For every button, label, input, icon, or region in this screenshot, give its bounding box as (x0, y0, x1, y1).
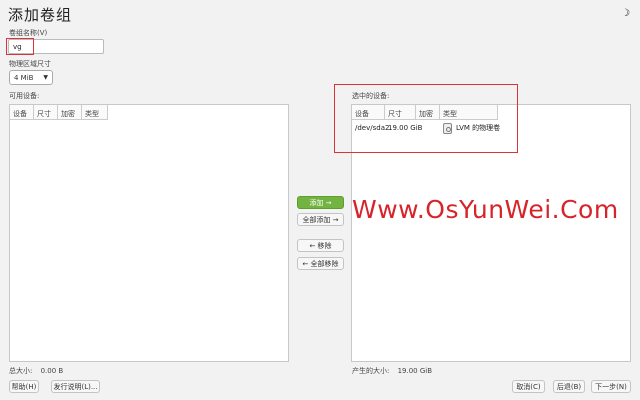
extent-size-select[interactable]: 4 MiB ▼ (9, 70, 53, 85)
watermark-text: Www.OsYunWei.Com (352, 195, 619, 224)
col-size[interactable]: 尺寸 (34, 105, 58, 119)
available-table-header: 设备 尺寸 加密 类型 (10, 105, 108, 120)
add-all-button[interactable]: 全部添加 → (297, 213, 344, 226)
chevron-down-icon: ▼ (43, 74, 48, 81)
remove-all-button[interactable]: ← 全部移除 (297, 257, 344, 270)
extent-size-value: 4 MiB (14, 73, 34, 82)
moon-icon[interactable]: ☽ (621, 8, 630, 19)
cancel-button[interactable]: 取消(C) (512, 380, 545, 393)
available-devices-label: 可用设备: (9, 92, 40, 100)
resulting-size: 产生的大小: 19.00 GiB (352, 366, 432, 376)
total-size-value: 0.00 B (40, 367, 64, 375)
next-button[interactable]: 下一步(N) (591, 380, 631, 393)
add-button[interactable]: 添加 → (297, 196, 344, 209)
resulting-size-label: 产生的大小: (352, 367, 390, 375)
remove-button[interactable]: ← 移除 (297, 239, 344, 252)
highlight-box-selected (334, 84, 518, 153)
total-size-label: 总大小: (9, 367, 33, 375)
page-title: 添加卷组 (8, 6, 73, 24)
release-notes-button[interactable]: 发行说明(L)... (51, 380, 100, 393)
highlight-box-name (6, 38, 34, 55)
available-devices-table[interactable]: 设备 尺寸 加密 类型 (9, 104, 289, 362)
col-type[interactable]: 类型 (82, 105, 108, 119)
col-encrypted[interactable]: 加密 (58, 105, 82, 119)
back-button[interactable]: 后退(B) (553, 380, 585, 393)
col-device[interactable]: 设备 (10, 105, 34, 119)
volume-name-label: 卷组名称(V) (9, 29, 48, 37)
total-size: 总大小: 0.00 B (9, 366, 63, 376)
help-button[interactable]: 帮助(H) (9, 380, 39, 393)
extent-size-label: 物理区域尺寸 (9, 60, 51, 68)
resulting-size-value: 19.00 GiB (397, 367, 433, 375)
